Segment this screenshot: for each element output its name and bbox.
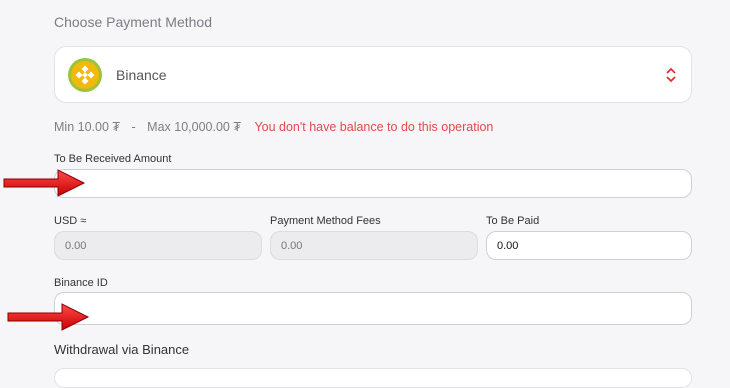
min-limit: Min 10.00 ₮ <box>54 120 121 134</box>
binance-icon <box>68 58 102 92</box>
payment-method-label: Binance <box>116 67 167 83</box>
binance-id-label: Binance ID <box>54 277 108 289</box>
usd-label: USD ≈ <box>54 215 87 227</box>
fees-label: Payment Method Fees <box>270 215 381 227</box>
limits-row: Min 10.00 ₮ - Max 10,000.00 ₮ You don't … <box>54 120 493 134</box>
chevron-up-down-icon[interactable] <box>665 65 677 85</box>
arrow-icon <box>7 303 90 331</box>
to-be-paid-label: To Be Paid <box>486 215 540 227</box>
usd-input <box>54 231 262 260</box>
max-limit: Max 10,000.00 ₮ <box>147 120 241 134</box>
withdrawal-title: Withdrawal via Binance <box>54 342 190 357</box>
fees-input <box>270 231 478 260</box>
to-be-paid-input[interactable] <box>486 231 692 260</box>
balance-error: You don't have balance to do this operat… <box>254 120 494 134</box>
received-amount-input[interactable] <box>54 169 692 198</box>
payment-method-select[interactable]: Binance <box>54 46 692 103</box>
received-amount-label: To Be Received Amount <box>54 153 172 165</box>
arrow-icon <box>3 169 86 197</box>
binance-id-input[interactable] <box>54 292 692 325</box>
section-title: Choose Payment Method <box>54 14 212 30</box>
withdrawal-panel <box>54 368 692 388</box>
limit-separator: - <box>131 120 136 134</box>
